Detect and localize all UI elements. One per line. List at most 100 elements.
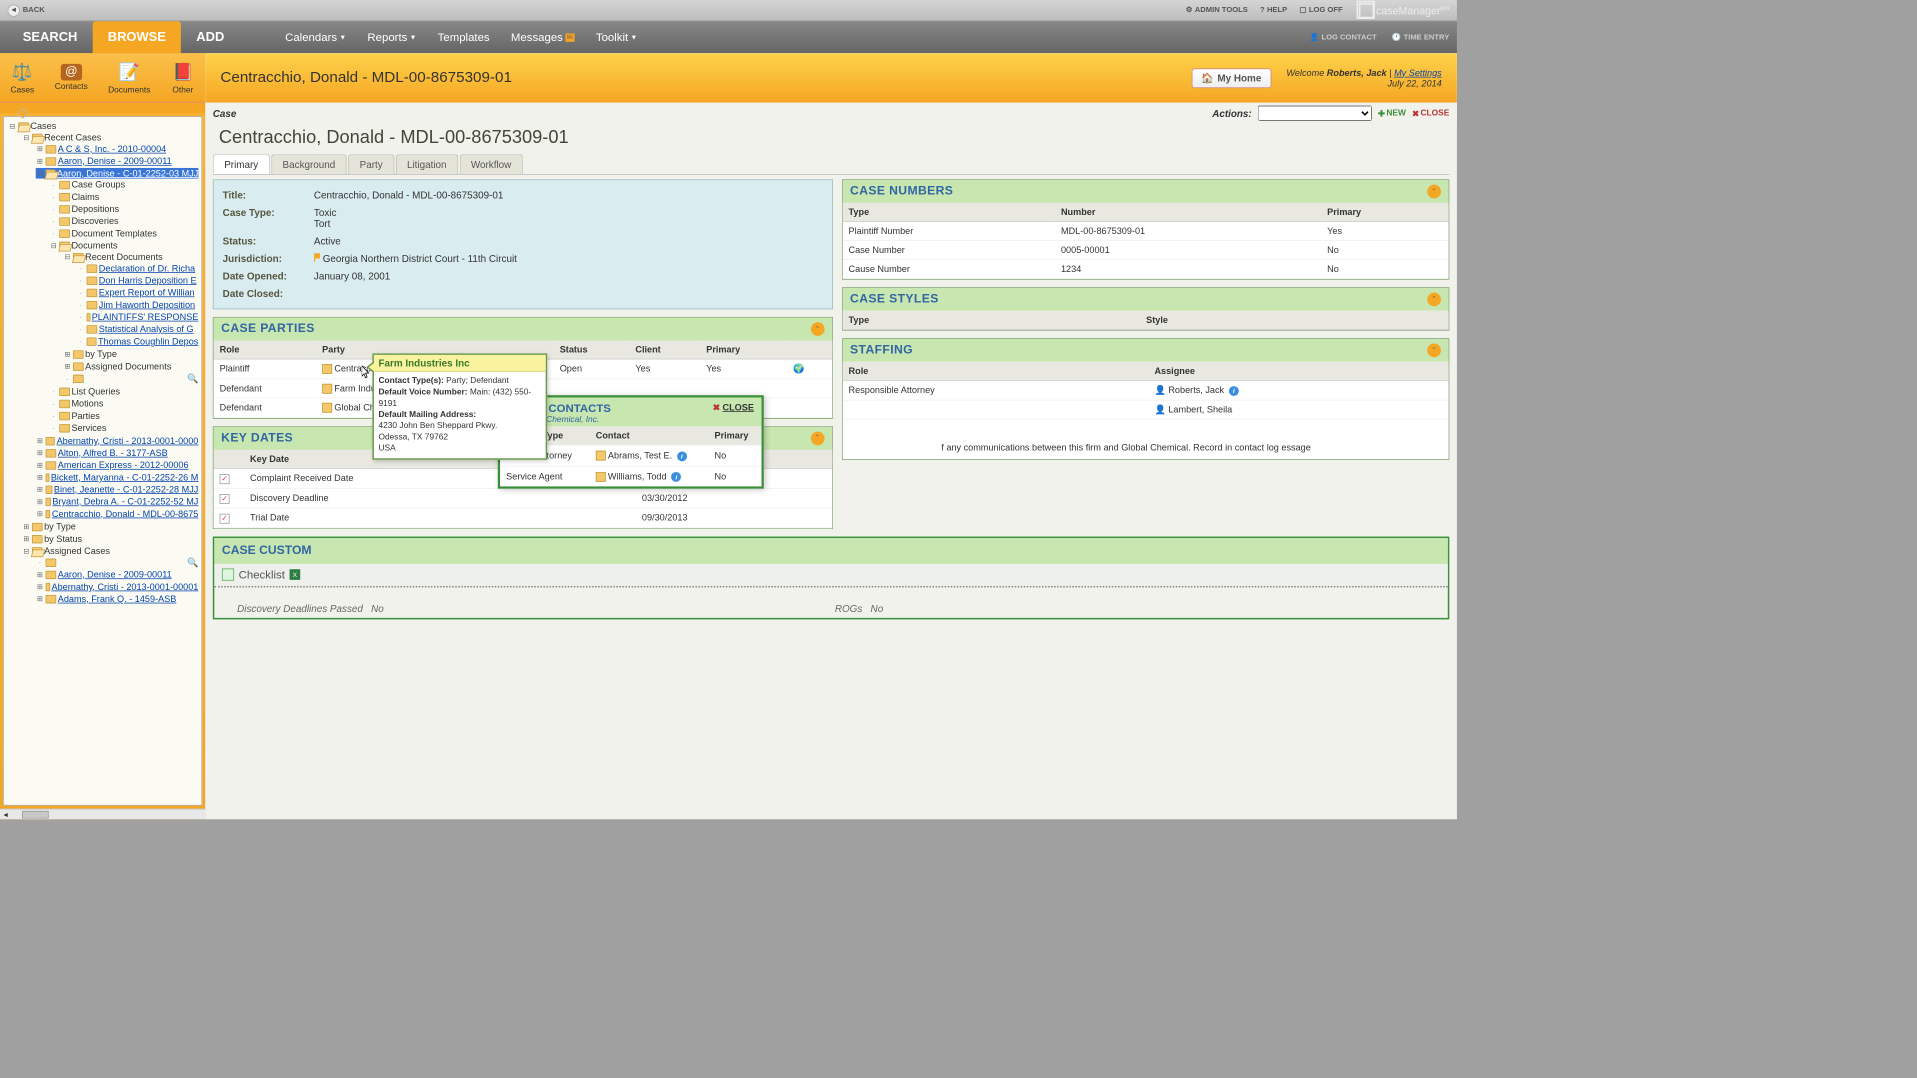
globe-icon[interactable]: 🌍 xyxy=(793,363,804,374)
tree-item[interactable]: Claims xyxy=(71,192,99,203)
logoff-link[interactable]: ▢LOG OFF xyxy=(1296,6,1347,14)
folder-icon xyxy=(46,595,57,603)
info-icon[interactable]: i xyxy=(671,472,681,482)
ribbon-other[interactable]: 📕Other xyxy=(171,60,195,95)
table-row[interactable]: Service AgentWilliams, Todd iNo xyxy=(500,466,761,487)
back-button[interactable]: ◄ BACK xyxy=(8,4,45,16)
info-icon[interactable]: i xyxy=(1229,386,1239,396)
tree-doc-link[interactable]: Jim Haworth Deposition xyxy=(99,299,195,310)
folder-icon xyxy=(46,497,51,505)
person-icon: 👤 xyxy=(1154,385,1165,396)
tree-collapse-icon[interactable]: ⊟ xyxy=(8,122,16,130)
folder-icon xyxy=(46,485,53,493)
menu-toolkit[interactable]: Toolkit▼ xyxy=(596,31,637,44)
tree-doc-link[interactable]: PLAINTIFFS' RESPONSE xyxy=(92,312,199,323)
flag-icon xyxy=(314,253,320,262)
popup-close-button[interactable]: ✖CLOSE xyxy=(713,402,754,413)
my-settings-link[interactable]: My Settings xyxy=(1394,67,1442,78)
table-row[interactable]: Plaintiff NumberMDL-00-8675309-01Yes xyxy=(842,222,1448,241)
tree-item[interactable]: by Type xyxy=(85,349,117,360)
tree-case-link[interactable]: Bickett, Maryanna - C-01-2252-26 M xyxy=(51,472,199,483)
tree-item[interactable]: Case Groups xyxy=(71,179,125,190)
actions-select[interactable] xyxy=(1258,106,1372,121)
table-row[interactable]: ✓Trial Date09/30/2013 xyxy=(214,508,832,528)
collapse-button[interactable]: ⌃ xyxy=(1427,293,1441,307)
menu-messages[interactable]: Messages✉ xyxy=(511,31,575,44)
table-row[interactable]: 👤 Lambert, Sheila xyxy=(842,400,1448,419)
close-button[interactable]: ✖CLOSE xyxy=(1412,108,1449,118)
collapse-button[interactable]: ⌃ xyxy=(1427,185,1441,199)
menu-templates[interactable]: Templates xyxy=(438,31,490,44)
checkbox-icon[interactable]: ✓ xyxy=(220,513,230,523)
tree-item[interactable]: by Type xyxy=(44,521,76,532)
checklist-header[interactable]: Checklist X xyxy=(214,564,1447,588)
nav-search[interactable]: SEARCH xyxy=(8,21,93,53)
new-button[interactable]: ✚NEW xyxy=(1378,108,1406,118)
my-home-button[interactable]: 🏠My Home xyxy=(1191,68,1271,88)
tree-doc-link[interactable]: Declaration of Dr. Richa xyxy=(99,263,195,274)
tree-item[interactable]: Motions xyxy=(71,398,103,409)
admin-tools-link[interactable]: ⚙ADMIN TOOLS xyxy=(1182,6,1252,14)
tree-case-link[interactable]: Centracchio, Donald - MDL-00-8675 xyxy=(52,508,199,519)
tree-doc-link[interactable]: Statistical Analysis of G xyxy=(99,324,194,335)
tree-case-link[interactable]: Aaron, Denise - 2009-00011 xyxy=(58,569,172,580)
excel-icon[interactable]: X xyxy=(289,569,300,580)
ribbon-cases[interactable]: ⚖️Cases xyxy=(10,60,34,95)
tree-doc-link[interactable]: Expert Report of Willian xyxy=(99,287,195,298)
tree-item[interactable]: List Queries xyxy=(71,386,120,397)
tree-horizontal-scrollbar[interactable]: ◄ xyxy=(0,809,205,820)
tree-case-link[interactable]: Abernathy, Cristi - 2013-0001-0000 xyxy=(57,435,199,446)
tree-doc-link[interactable]: Thomas Coughlin Depos xyxy=(98,336,198,347)
tree-item[interactable]: Depositions xyxy=(71,204,119,215)
table-row[interactable]: Cause Number1234No xyxy=(842,260,1448,279)
nav-add[interactable]: ADD xyxy=(181,21,239,53)
tree-case-link[interactable]: Binet, Jeanette - C-01-2252-28 MJJ xyxy=(54,484,198,495)
tab-background[interactable]: Background xyxy=(271,154,347,174)
nav-browse[interactable]: BROWSE xyxy=(93,21,182,53)
folder-icon xyxy=(46,583,50,591)
tree-item[interactable]: Discoveries xyxy=(71,216,118,227)
collapse-button[interactable]: ⌃ xyxy=(1427,344,1441,358)
tree-item[interactable]: Parties xyxy=(71,410,99,421)
search-icon[interactable]: 🔍 xyxy=(187,557,198,568)
tab-workflow[interactable]: Workflow xyxy=(459,154,522,174)
tree-item[interactable]: Assigned Cases xyxy=(44,546,110,557)
tab-party[interactable]: Party xyxy=(348,154,394,174)
tree-item[interactable]: Document Templates xyxy=(71,228,157,239)
tree-case-link[interactable]: Abernathy, Cristi - 2013-0001-00001 xyxy=(52,581,199,592)
table-row[interactable]: Responsible Attorney👤 Roberts, Jack i xyxy=(842,380,1448,399)
table-row[interactable]: ✓Discovery Deadline03/30/2012 xyxy=(214,488,832,508)
tree-item[interactable]: by Status xyxy=(44,534,82,545)
time-entry-link[interactable]: 🕐TIME ENTRY xyxy=(1392,33,1449,41)
cases-tree[interactable]: ⊟Cases ⊟Recent Cases ⊞A C & S, Inc. - 20… xyxy=(3,116,202,805)
ribbon-contacts[interactable]: @Contacts xyxy=(55,64,88,91)
info-icon[interactable]: i xyxy=(677,451,687,461)
ribbon-documents[interactable]: 📝Documents xyxy=(108,60,150,95)
tab-litigation[interactable]: Litigation xyxy=(396,154,458,174)
menu-calendars[interactable]: Calendars▼ xyxy=(285,31,346,44)
collapse-button[interactable]: ⌃ xyxy=(811,322,825,336)
tree-item[interactable]: Documents xyxy=(71,240,117,251)
tree-case-link[interactable]: Adams, Frank Q. - 1459-ASB xyxy=(58,594,177,605)
mouse-cursor-icon xyxy=(362,366,371,380)
tree-item[interactable]: Assigned Documents xyxy=(85,361,171,372)
checkbox-icon[interactable]: ✓ xyxy=(220,494,230,504)
log-contact-link[interactable]: 👤LOG CONTACT xyxy=(1310,33,1377,41)
tree-item[interactable]: Services xyxy=(71,423,106,434)
tree-case-link[interactable]: American Express - 2012-00006 xyxy=(58,460,189,471)
tree-case-link[interactable]: Aaron, Denise - C-01-2252-03 MJJ xyxy=(57,168,198,179)
menu-reports[interactable]: Reports▼ xyxy=(367,31,416,44)
checkbox-icon[interactable]: ✓ xyxy=(220,474,230,484)
tree-case-link[interactable]: Bryant, Debra A. - C-01-2252-52 MJ xyxy=(52,496,198,507)
table-row[interactable]: Case Number0005-00001No xyxy=(842,241,1448,260)
tree-case-link[interactable]: A C & S, Inc. - 2010-00004 xyxy=(58,144,167,155)
tree-case-link[interactable]: Alton, Alfred B. - 3177-ASB xyxy=(58,448,168,459)
help-link[interactable]: ?HELP xyxy=(1256,6,1291,14)
help-icon: ? xyxy=(1260,6,1265,14)
tab-primary[interactable]: Primary xyxy=(213,154,270,174)
tree-item[interactable]: Recent Documents xyxy=(85,252,163,263)
search-doc-icon[interactable]: 🔍 xyxy=(187,373,198,384)
collapse-button[interactable]: ⌃ xyxy=(811,431,825,445)
tree-doc-link[interactable]: Don Harris Deposition E xyxy=(99,275,197,286)
tree-case-link[interactable]: Aaron, Denise - 2009-00011 xyxy=(58,156,172,167)
